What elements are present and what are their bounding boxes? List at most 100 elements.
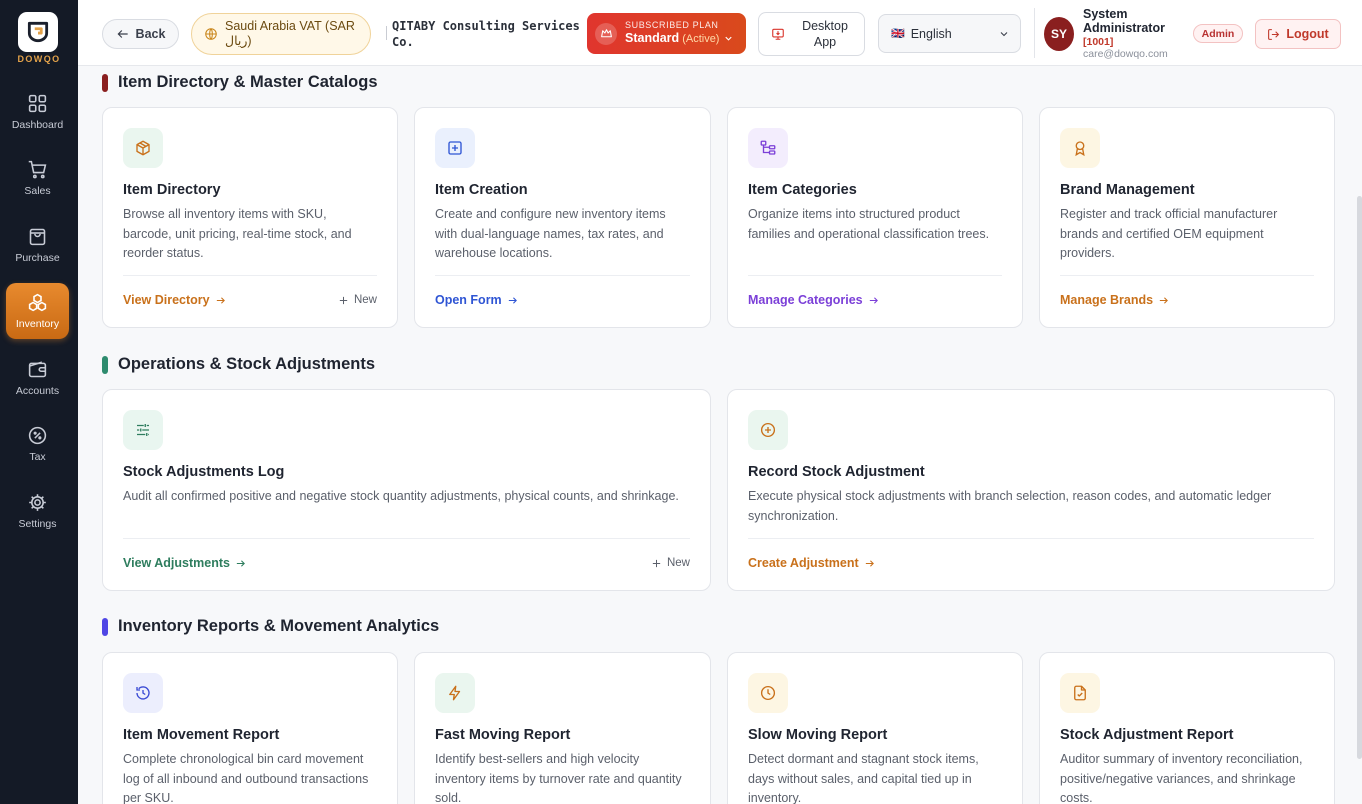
top-header: Back Saudi Arabia VAT (SAR ريال) QITABY … <box>78 0 1362 66</box>
card-description: Complete chronological bin card movement… <box>123 752 369 804</box>
card-title: Stock Adjustment Report <box>1060 727 1234 743</box>
user-id: [1001] <box>1083 36 1114 48</box>
link-label: View Adjustments <box>123 556 230 570</box>
card-divider <box>123 538 690 539</box>
plus-icon <box>652 559 661 567</box>
card-title: Record Stock Adjustment <box>748 464 925 480</box>
card-item-creation: Item Creation Create and configure new i… <box>414 107 711 328</box>
link-label: Create Adjustment <box>748 556 859 570</box>
new-adjustment-button[interactable]: New <box>651 557 690 569</box>
user-name: System Administrator <box>1083 7 1165 35</box>
card-stock-adjustment-report[interactable]: Stock Adjustment Report Auditor summary … <box>1039 652 1335 804</box>
arrow-right-icon <box>508 296 517 304</box>
card-item-movement-report[interactable]: Item Movement Report Complete chronologi… <box>102 652 398 804</box>
card-fast-moving-report[interactable]: Fast Moving Report Identify best-sellers… <box>414 652 711 804</box>
card-description: Register and track official manufacturer… <box>1060 207 1278 260</box>
vat-region-selector[interactable]: Saudi Arabia VAT (SAR ريال) <box>191 13 371 55</box>
section-accent <box>102 355 108 374</box>
sidebar-item-tax[interactable]: Tax <box>6 416 69 472</box>
role-badge: Admin <box>1193 24 1243 43</box>
section-title-reports: Inventory Reports & Movement Analytics <box>102 617 439 636</box>
section-title-item-directory: Item Directory & Master Catalogs <box>102 73 378 92</box>
avatar[interactable]: SY <box>1044 17 1074 51</box>
box-icon <box>123 128 163 168</box>
sidebar-item-accounts[interactable]: Accounts <box>6 350 69 406</box>
card-slow-moving-report[interactable]: Slow Moving Report Detect dormant and st… <box>727 652 1023 804</box>
new-item-button[interactable]: New <box>338 294 377 306</box>
sidebar: DOWQO Dashboard Sales Purchase Inventory… <box>0 0 78 804</box>
bolt-icon <box>435 673 475 713</box>
card-divider <box>748 538 1314 539</box>
section-title-text: Item Directory & Master Catalogs <box>118 73 378 91</box>
card-description: Auditor summary of inventory reconciliat… <box>1060 752 1303 804</box>
card-stock-adjustments-log: Stock Adjustments Log Audit all confirme… <box>102 389 711 591</box>
section-accent <box>102 73 108 92</box>
link-label: Manage Categories <box>748 293 863 307</box>
header-divider <box>1034 8 1035 58</box>
section-title-text: Operations & Stock Adjustments <box>118 355 376 373</box>
manage-categories-link[interactable]: Manage Categories <box>748 293 879 307</box>
percent-badge-icon <box>28 426 47 445</box>
card-title: Item Directory <box>123 182 221 198</box>
view-adjustments-link[interactable]: View Adjustments <box>123 556 246 570</box>
card-item-directory: Item Directory Browse all inventory item… <box>102 107 398 328</box>
card-title: Item Creation <box>435 182 528 198</box>
history-icon <box>123 673 163 713</box>
card-title: Slow Moving Report <box>748 727 888 743</box>
gear-icon <box>29 494 46 511</box>
sidebar-item-settings[interactable]: Settings <box>6 483 69 539</box>
wallet-icon <box>28 361 47 378</box>
card-brand-management: Brand Management Register and track offi… <box>1039 107 1335 328</box>
sidebar-item-purchase[interactable]: Purchase <box>6 217 69 273</box>
language-selected: English <box>910 26 952 41</box>
plus-square-icon <box>435 128 475 168</box>
card-title: Item Movement Report <box>123 727 280 743</box>
dowqo-logo[interactable] <box>18 12 58 52</box>
card-description: Audit all confirmed positive and negativ… <box>123 489 679 503</box>
dashboard-icon <box>28 94 47 113</box>
arrow-right-icon <box>236 559 245 567</box>
page-scrollbar[interactable] <box>1357 196 1362 759</box>
back-button[interactable]: Back <box>102 19 179 49</box>
crown-icon <box>595 22 617 45</box>
logout-button[interactable]: Logout <box>1255 19 1341 49</box>
logo-text: DOWQO <box>17 54 61 64</box>
chevron-down-icon <box>725 36 733 41</box>
logout-icon <box>1268 28 1280 40</box>
arrow-right-icon <box>1159 296 1169 304</box>
sidebar-item-inventory[interactable]: Inventory <box>6 283 69 339</box>
monitor-download-icon <box>772 28 784 40</box>
view-directory-link[interactable]: View Directory <box>123 293 226 307</box>
sliders-icon <box>123 410 163 450</box>
sidebar-item-label: Dashboard <box>11 119 64 131</box>
language-select[interactable]: 🇬🇧 English <box>878 14 1021 53</box>
plan-name: Standard <box>625 31 680 45</box>
sidebar-item-label: Tax <box>29 451 46 463</box>
card-title: Fast Moving Report <box>435 727 571 743</box>
create-adjustment-link[interactable]: Create Adjustment <box>748 556 875 570</box>
uk-flag-icon: 🇬🇧 <box>891 28 905 40</box>
card-title: Brand Management <box>1060 182 1195 198</box>
arrow-right-icon <box>865 559 874 567</box>
manage-brands-link[interactable]: Manage Brands <box>1060 293 1169 307</box>
boxes-icon <box>28 293 47 312</box>
plus-icon <box>339 296 348 304</box>
sidebar-item-label: Purchase <box>15 252 60 264</box>
open-form-link[interactable]: Open Form <box>435 293 518 307</box>
new-label: New <box>666 557 690 569</box>
link-label: Manage Brands <box>1060 293 1154 307</box>
card-description: Browse all inventory items with SKU, bar… <box>123 207 352 260</box>
sidebar-item-dashboard[interactable]: Dashboard <box>6 84 69 140</box>
chevron-down-icon <box>1000 31 1008 36</box>
subscription-plan-button[interactable]: SUBSCRIBED PLAN Standard (Active) <box>587 13 746 54</box>
plus-circle-icon <box>748 410 788 450</box>
shopping-bag-icon <box>29 228 46 246</box>
sidebar-item-sales[interactable]: Sales <box>6 150 69 206</box>
plan-caption: SUBSCRIBED PLAN <box>625 20 719 30</box>
cart-icon <box>28 160 47 179</box>
tree-icon <box>748 128 788 168</box>
desktop-app-button[interactable]: Desktop App <box>758 12 865 56</box>
card-title: Stock Adjustments Log <box>123 464 285 480</box>
section-title-operations: Operations & Stock Adjustments <box>102 355 375 374</box>
globe-icon <box>205 28 217 40</box>
